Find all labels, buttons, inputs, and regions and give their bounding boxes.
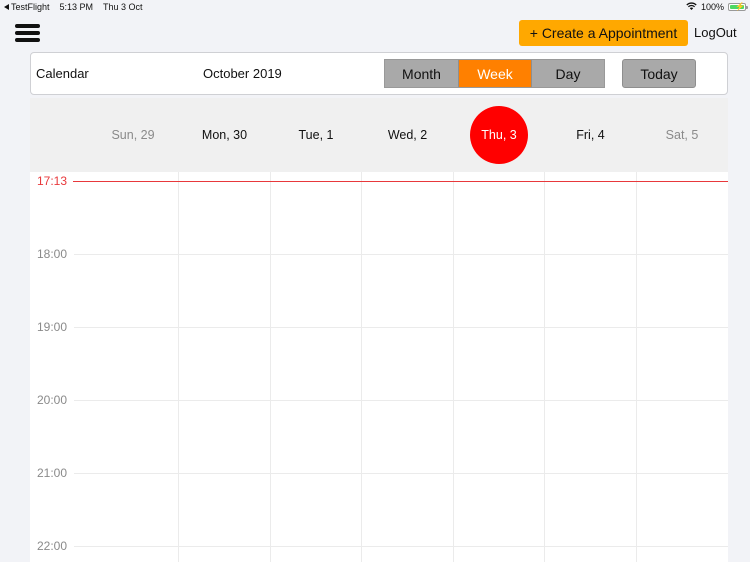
status-bar: TestFlight 5:13 PM Thu 3 Oct 100% ⚡ — [0, 0, 750, 14]
day-header-mon[interactable]: Mon, 30 — [179, 98, 270, 172]
battery-charging-icon: ⚡ — [728, 2, 748, 11]
calendar-title: Calendar — [36, 66, 89, 81]
wifi-icon — [686, 2, 697, 12]
hour-label: 22:00 — [37, 539, 68, 553]
today-button[interactable]: Today — [622, 59, 696, 88]
status-date: Thu 3 Oct — [103, 2, 143, 12]
hour-line — [74, 254, 728, 255]
column-divider — [453, 172, 454, 562]
hour-label: 19:00 — [37, 320, 68, 334]
day-label: Wed, 2 — [387, 128, 428, 142]
hour-label: 21:00 — [37, 466, 68, 480]
create-appointment-button[interactable]: + Create a Appointment — [519, 20, 688, 46]
column-divider — [178, 172, 179, 562]
current-time-line — [73, 181, 728, 182]
column-divider — [544, 172, 545, 562]
day-label: Mon, 30 — [201, 128, 248, 142]
hour-line — [74, 546, 728, 547]
current-time-label: 17:13 — [37, 174, 68, 188]
calendar-toolbar: Calendar October 2019 Month Week Day Tod… — [30, 52, 728, 95]
status-time: 5:13 PM — [59, 2, 94, 12]
hour-label: 18:00 — [37, 247, 68, 261]
day-label: Thu, 3 — [481, 128, 517, 142]
back-app-label: TestFlight — [11, 2, 50, 12]
hour-line — [74, 473, 728, 474]
hour-label: 20:00 — [37, 393, 68, 407]
day-label: Sun, 29 — [111, 128, 155, 142]
column-divider — [361, 172, 362, 562]
today-highlight: Thu, 3 — [470, 106, 528, 164]
view-week-button[interactable]: Week — [458, 60, 531, 87]
day-header-fri[interactable]: Fri, 4 — [545, 98, 636, 172]
hour-line — [74, 400, 728, 401]
view-month-button[interactable]: Month — [385, 60, 458, 87]
week-day-header: Sun, 29 Mon, 30 Tue, 1 Wed, 2 Thu, 3 Fri… — [30, 98, 728, 172]
day-header-wed[interactable]: Wed, 2 — [362, 98, 453, 172]
logout-link[interactable]: LogOut — [694, 25, 737, 40]
day-header-sun[interactable]: Sun, 29 — [87, 98, 179, 172]
hamburger-menu-icon[interactable] — [15, 23, 41, 43]
battery-percent: 100% — [700, 2, 724, 12]
day-header-thu-today[interactable]: Thu, 3 — [453, 98, 545, 172]
week-time-grid[interactable]: 17:13 18:00 19:00 20:00 21:00 22:00 — [30, 172, 728, 562]
back-arrow-icon — [4, 4, 9, 10]
day-header-sat[interactable]: Sat, 5 — [636, 98, 728, 172]
current-month-label: October 2019 — [203, 66, 282, 81]
hour-line — [74, 327, 728, 328]
day-label: Fri, 4 — [576, 128, 605, 142]
view-day-button[interactable]: Day — [531, 60, 604, 87]
column-divider — [636, 172, 637, 562]
day-label: Tue, 1 — [298, 128, 334, 142]
view-switcher: Month Week Day — [384, 59, 605, 88]
day-label: Sat, 5 — [665, 128, 699, 142]
day-header-tue[interactable]: Tue, 1 — [270, 98, 362, 172]
column-divider — [270, 172, 271, 562]
back-to-app[interactable]: TestFlight — [4, 2, 50, 12]
